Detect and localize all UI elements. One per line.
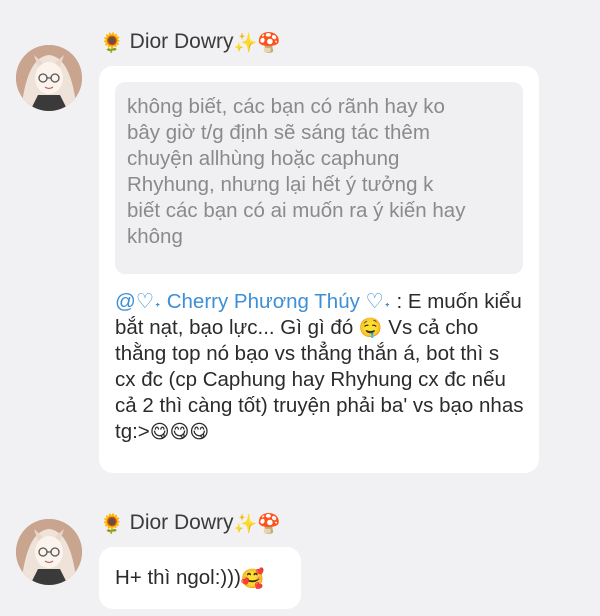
avatar[interactable]: [16, 45, 82, 111]
sparkle-mushroom-icon: ✨🍄: [233, 31, 281, 54]
sunflower-icon: 🌻: [100, 31, 124, 54]
avatar-image: [16, 45, 82, 111]
sender-name-row[interactable]: 🌻 Dior Dowry ✨🍄: [100, 27, 281, 57]
yum-face-emojis: 😋😋😋: [149, 421, 210, 443]
message-text: H+ thì ngol:))) 🥰: [115, 547, 265, 609]
drooling-face-emoji: 🤤: [358, 317, 383, 339]
avatar[interactable]: [16, 519, 82, 585]
mention-link[interactable]: @♡˖ Cherry Phương Thúy ♡˖: [115, 290, 391, 313]
avatar-image: [16, 519, 82, 585]
sender-name-row[interactable]: 🌻 Dior Dowry ✨🍄: [100, 508, 281, 538]
message-text-content: H+ thì ngol:))): [115, 566, 241, 589]
message-bubble[interactable]: H+ thì ngol:))) 🥰: [99, 547, 301, 609]
sender-name: Dior Dowry: [129, 30, 234, 53]
sender-name: Dior Dowry: [129, 511, 234, 534]
message-text: @♡˖ Cherry Phương Thúy ♡˖ : E muốn kiểu …: [115, 289, 525, 445]
sparkle-mushroom-icon: ✨🍄: [233, 512, 281, 535]
message-bubble[interactable]: không biết, các bạn có rãnh hay ko bây g…: [99, 66, 539, 473]
quoted-message[interactable]: không biết, các bạn có rãnh hay ko bây g…: [115, 82, 523, 274]
smiling-hearts-emoji: 🥰: [240, 567, 265, 590]
sunflower-icon: 🌻: [100, 512, 124, 535]
